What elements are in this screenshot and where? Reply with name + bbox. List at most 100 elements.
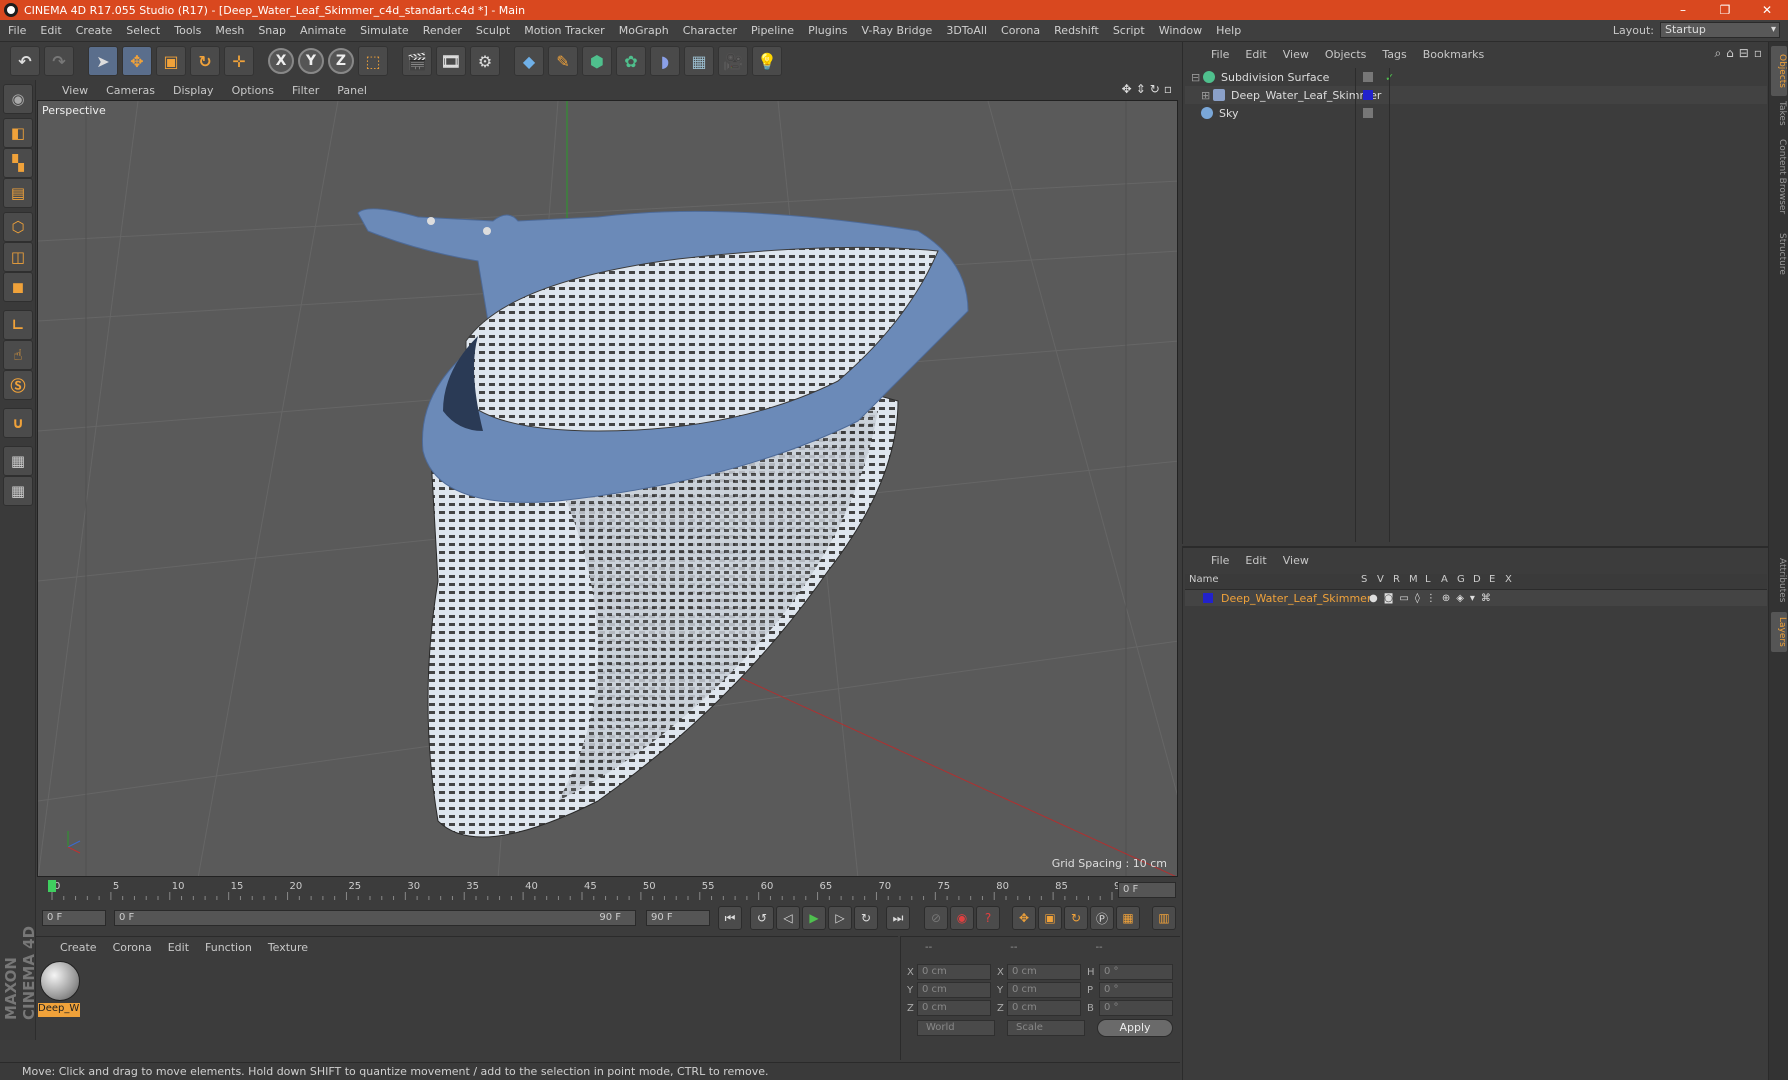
editor-visibility-icon[interactable]	[1363, 72, 1373, 82]
scale-tool-icon[interactable]: ▣	[156, 46, 186, 76]
coordinate-system-icon[interactable]: ⬚	[358, 46, 388, 76]
layout-dropdown[interactable]: Startup	[1660, 22, 1780, 38]
workplane-lock-icon[interactable]: ▦	[3, 446, 33, 476]
rot-p-field[interactable]: 0 °	[1099, 982, 1173, 998]
rotate-tool-icon[interactable]: ↻	[190, 46, 220, 76]
frame-range-slider[interactable]: 0 F 90 F	[114, 910, 636, 926]
layers-menu-file[interactable]: File	[1211, 554, 1229, 567]
layer-color-tag[interactable]	[1363, 90, 1373, 100]
material-menu-function[interactable]: Function	[205, 941, 252, 954]
object-row-subdivision-surface[interactable]: ⊟ Subdivision Surface ✓	[1185, 68, 1767, 86]
tab-objects[interactable]: Objects	[1771, 46, 1787, 96]
objects-menu-file[interactable]: File	[1211, 48, 1229, 61]
redo-icon[interactable]: ↷	[44, 46, 74, 76]
pos-z-field[interactable]: 0 cm	[917, 1000, 991, 1016]
deformer-icon[interactable]: ◗	[650, 46, 680, 76]
material-menu-create[interactable]: Create	[60, 941, 97, 954]
axis-y-lock-button[interactable]: Y	[298, 48, 324, 74]
minimize-button[interactable]: –	[1662, 0, 1704, 20]
material-preview-swatch[interactable]	[40, 961, 80, 1001]
apply-button[interactable]: Apply	[1097, 1019, 1173, 1037]
key-rotation-icon[interactable]: ↻	[1064, 906, 1088, 930]
material-name-label[interactable]: Deep_W	[38, 1003, 80, 1017]
pos-y-field[interactable]: 0 cm	[917, 982, 991, 998]
current-frame-field[interactable]: 0 F	[1118, 882, 1176, 898]
menu-snap[interactable]: Snap	[258, 24, 286, 37]
home-icon[interactable]: ⌂	[1726, 46, 1734, 61]
transform-mode-dropdown[interactable]: Scale	[1007, 1020, 1085, 1036]
key-scale-icon[interactable]: ▣	[1038, 906, 1062, 930]
close-button[interactable]: ✕	[1746, 0, 1788, 20]
menu-animate[interactable]: Animate	[300, 24, 346, 37]
transform-tool-icon[interactable]: ✛	[224, 46, 254, 76]
menu-edit[interactable]: Edit	[40, 24, 61, 37]
keyframe-record-icon[interactable]: ⊘	[924, 906, 948, 930]
objects-menu-objects[interactable]: Objects	[1325, 48, 1367, 61]
axis-mode-icon[interactable]: ∟	[3, 310, 33, 340]
pan-icon[interactable]: ✥	[1122, 82, 1132, 96]
tab-takes[interactable]: Takes	[1771, 98, 1787, 128]
menu-file[interactable]: File	[8, 24, 26, 37]
subdivision-nurbs-icon[interactable]: ⬢	[582, 46, 612, 76]
viewport-menu-cameras[interactable]: Cameras	[106, 84, 155, 97]
menu-tools[interactable]: Tools	[174, 24, 201, 37]
array-mograph-icon[interactable]: ✿	[616, 46, 646, 76]
restore-button[interactable]: ❐	[1704, 0, 1746, 20]
objects-menu-tags[interactable]: Tags	[1382, 48, 1406, 61]
edges-mode-icon[interactable]: ◫	[3, 242, 33, 272]
coordinate-space-dropdown[interactable]: World	[917, 1020, 995, 1036]
filter-icon[interactable]: ⊟	[1739, 46, 1749, 61]
pos-x-field[interactable]: 0 cm	[917, 964, 991, 980]
menu-create[interactable]: Create	[76, 24, 113, 37]
menu-redshift[interactable]: Redshift	[1054, 24, 1099, 37]
floor-scene-icon[interactable]: ▦	[684, 46, 714, 76]
move-tool-icon[interactable]: ✥	[122, 46, 152, 76]
key-position-icon[interactable]: ✥	[1012, 906, 1036, 930]
menu-mograph[interactable]: MoGraph	[619, 24, 669, 37]
key-parameter-icon[interactable]: Ⓟ	[1090, 906, 1114, 930]
size-x-field[interactable]: 0 cm	[1007, 964, 1081, 980]
keyframe-help-icon[interactable]: ?	[976, 906, 1000, 930]
objects-menu-view[interactable]: View	[1283, 48, 1309, 61]
go-to-start-icon[interactable]: ⏮	[718, 906, 742, 930]
layer-name[interactable]: Deep_Water_Leaf_Skimmer	[1221, 592, 1371, 605]
menu-character[interactable]: Character	[683, 24, 737, 37]
axis-z-lock-button[interactable]: Z	[328, 48, 354, 74]
polygons-mode-icon[interactable]: ◼	[3, 272, 33, 302]
select-arrow-icon[interactable]: ➤	[88, 46, 118, 76]
rot-h-field[interactable]: 0 °	[1099, 964, 1173, 980]
objects-menu-edit[interactable]: Edit	[1245, 48, 1266, 61]
tab-attributes[interactable]: Attributes	[1771, 552, 1787, 608]
menu-motion-tracker[interactable]: Motion Tracker	[524, 24, 604, 37]
solo-mode-icon[interactable]: Ⓢ	[3, 370, 33, 400]
render-settings-icon[interactable]: ⚙	[470, 46, 500, 76]
render-view-icon[interactable]: 🎬	[402, 46, 432, 76]
model-mode-icon[interactable]: ◧	[3, 118, 33, 148]
end-frame-input[interactable]: 90 F	[646, 910, 710, 926]
previous-key-icon[interactable]: ↺	[750, 906, 774, 930]
menu-simulate[interactable]: Simulate	[360, 24, 409, 37]
menu-render[interactable]: Render	[423, 24, 462, 37]
tweak-mode-icon[interactable]: ☝	[3, 340, 33, 370]
object-row-deep-water-leaf-skimmer[interactable]: ⊞ Deep_Water_Leaf_Skimmer	[1185, 86, 1767, 104]
menu-pipeline[interactable]: Pipeline	[751, 24, 794, 37]
autokey-icon[interactable]: ◉	[950, 906, 974, 930]
expand-toggle-icon[interactable]: ⊞	[1201, 89, 1213, 102]
material-menu-texture[interactable]: Texture	[268, 941, 308, 954]
viewport-menu-view[interactable]: View	[62, 84, 88, 97]
playhead-marker[interactable]	[48, 880, 56, 892]
current-frame-input[interactable]: 0 F	[42, 910, 106, 926]
menu-mesh[interactable]: Mesh	[215, 24, 244, 37]
layer-color-swatch[interactable]	[1203, 593, 1213, 603]
layers-menu-view[interactable]: View	[1283, 554, 1309, 567]
next-frame-icon[interactable]: ▷	[828, 906, 852, 930]
go-to-end-icon[interactable]: ⏭	[886, 906, 910, 930]
dolly-icon[interactable]: ⇕	[1136, 82, 1146, 96]
menu-help[interactable]: Help	[1216, 24, 1241, 37]
tab-layers[interactable]: Layers	[1771, 612, 1787, 652]
maximize-view-icon[interactable]: ▫	[1164, 82, 1172, 96]
spline-pen-icon[interactable]: ✎	[548, 46, 578, 76]
size-y-field[interactable]: 0 cm	[1007, 982, 1081, 998]
material-menu-corona[interactable]: Corona	[113, 941, 152, 954]
tab-structure[interactable]: Structure	[1771, 226, 1787, 282]
